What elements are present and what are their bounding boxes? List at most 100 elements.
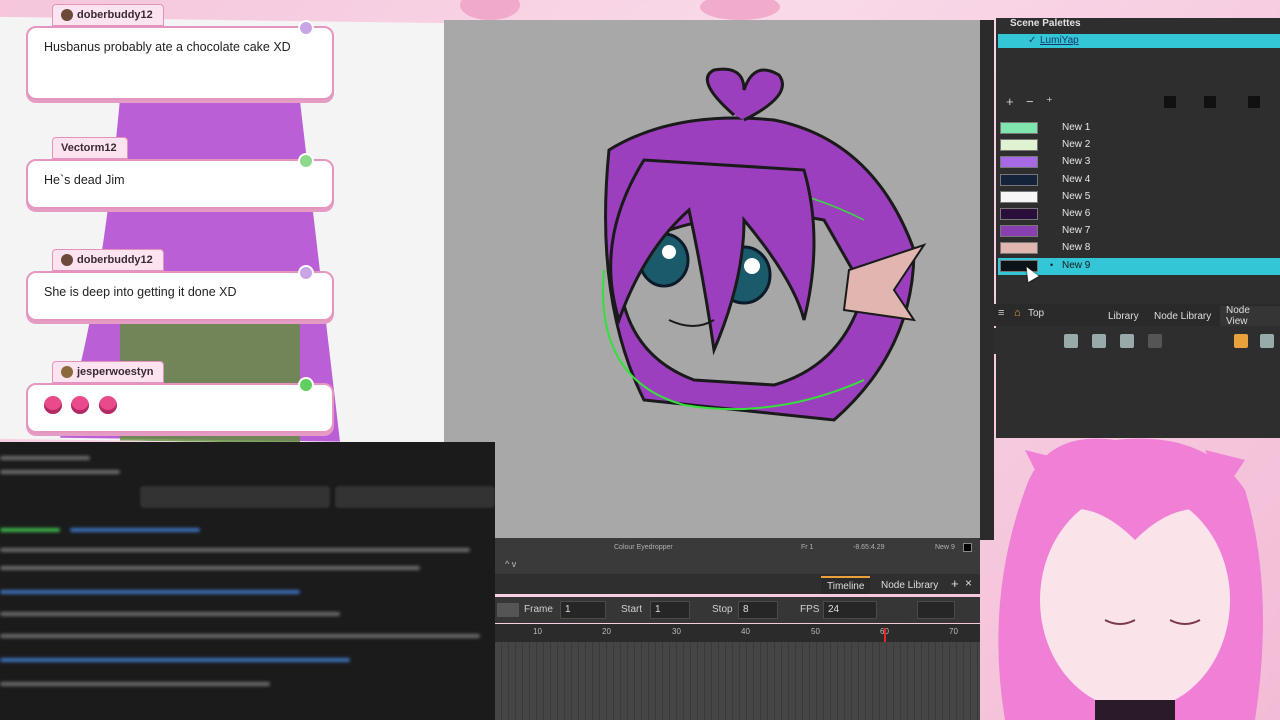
color-swatch[interactable] (1000, 242, 1038, 255)
color-swatch[interactable] (1000, 190, 1038, 203)
blurred-text (0, 682, 270, 686)
node-tool-icon[interactable] (1092, 334, 1106, 348)
fps-label: FPS (800, 604, 820, 615)
swatch-name: New 3 (1062, 156, 1091, 168)
blurred-tab (335, 486, 495, 508)
drawing-canvas[interactable] (444, 20, 980, 540)
badge-icon (298, 265, 314, 281)
swatch-name: New 1 (1062, 122, 1091, 133)
stop-field[interactable]: 8 (738, 601, 778, 619)
timeline-ruler[interactable]: 10 20 30 40 50 60 70 (495, 624, 980, 642)
blurred-browser-window (0, 442, 495, 720)
color-swatch[interactable] (1000, 156, 1038, 169)
blurred-text (0, 528, 60, 532)
ruler-tick: 40 (741, 627, 750, 636)
blurred-tab (140, 486, 330, 508)
emote-icon (98, 395, 117, 414)
playback-select[interactable] (917, 601, 955, 619)
swatch-row[interactable]: New 4 (998, 172, 1280, 189)
swatch-row[interactable]: New 5 (998, 189, 1280, 206)
home-icon[interactable]: ⌂ (1014, 307, 1021, 319)
palette-list-item[interactable]: ✓ LumiYap (998, 34, 1280, 48)
user-avatar (61, 366, 73, 378)
ruler-tick: 20 (602, 627, 611, 636)
add-tab-icon[interactable]: + (951, 576, 959, 591)
timeline-tracks[interactable] (495, 642, 980, 720)
swatch-row[interactable]: New 8 (998, 240, 1280, 257)
add-icon[interactable]: + (1006, 94, 1014, 109)
tab-node-library[interactable]: Node Library (875, 576, 944, 594)
remove-icon[interactable]: − (1026, 94, 1034, 109)
emote-icon (71, 395, 90, 414)
ruler-tick: 30 (672, 627, 681, 636)
blurred-text (0, 566, 420, 570)
ruler-tick: 70 (949, 627, 958, 636)
status-bar: Colour Eyedropper Fr 1 -8.65:4.29 New 9 (495, 538, 980, 556)
layers-icon[interactable] (497, 603, 519, 617)
chat-text: Husbanus probably ate a chocolate cake X… (44, 40, 291, 54)
node-tab-bar: ≡ ⌂ Top Library Node Library Node View (994, 304, 1280, 327)
node-tool-icon[interactable] (1234, 334, 1248, 348)
character-drawing (602, 67, 927, 422)
chat-bubble: She is deep into getting it done XD (26, 271, 334, 321)
menu-icon[interactable]: ≡ (998, 307, 1004, 319)
swatch-name: New 7 (1062, 225, 1091, 237)
vtuber-avatar (985, 430, 1280, 720)
blurred-text (0, 634, 480, 638)
swatch-name: New 2 (1062, 139, 1091, 151)
blurred-text (0, 612, 340, 616)
chat-bubble: Husbanus probably ate a chocolate cake X… (26, 26, 334, 100)
timeline-header: ^ v (495, 556, 980, 574)
swatch-row[interactable]: New 1 (998, 120, 1280, 137)
check-icon[interactable]: ✓ (1028, 35, 1036, 46)
playhead[interactable] (884, 628, 886, 642)
chat-bubble (26, 383, 334, 433)
color-swatch[interactable] (1000, 139, 1038, 152)
color-swatch[interactable] (1000, 122, 1038, 134)
swatch-row[interactable]: New 2 (998, 137, 1280, 154)
swatch-row[interactable]: • New 9 (998, 257, 1280, 275)
top-label: Top (1028, 308, 1045, 319)
color-swatch[interactable] (1000, 208, 1038, 220)
close-icon[interactable]: × (965, 576, 972, 590)
stop-label: Stop (712, 604, 733, 615)
color-chip-icon[interactable] (1204, 96, 1216, 108)
tab-node-view[interactable]: Node View (1220, 305, 1280, 327)
swatch-row[interactable]: New 7 (998, 223, 1280, 240)
chat-username: doberbuddy12 (52, 249, 164, 271)
color-chip-icon[interactable] (1164, 96, 1176, 108)
ruler-tick: 10 (533, 627, 542, 636)
chat-username-text: jesperwoestyn (77, 366, 154, 378)
current-color-chip (963, 543, 972, 552)
emote-icon (44, 395, 62, 414)
node-tool-icon[interactable] (1148, 334, 1162, 348)
scene-palettes-title: Scene Palettes (1010, 18, 1081, 29)
node-toolbar (994, 328, 1280, 354)
chat-bubble: He`s dead Jim (26, 159, 334, 209)
blurred-text (0, 548, 470, 552)
frame-field[interactable]: 1 (560, 601, 606, 619)
tab-node-library[interactable]: Node Library (1148, 306, 1217, 326)
swatch-options-icon[interactable]: ⁺ (1046, 94, 1053, 110)
start-field[interactable]: 1 (650, 601, 690, 619)
node-tool-icon[interactable] (1120, 334, 1134, 348)
collapse-icon[interactable]: ^ v (505, 559, 516, 569)
status-swatch: New 9 (935, 543, 955, 551)
tab-timeline[interactable]: Timeline (821, 576, 871, 594)
node-tool-icon[interactable] (1260, 334, 1274, 348)
timeline-controls: Frame 1 Start 1 Stop 8 FPS 24 (495, 597, 980, 623)
color-chip-icon[interactable] (1248, 96, 1260, 108)
timeline-tab-bar: Timeline Node Library + × (495, 574, 980, 594)
color-swatch[interactable] (1000, 173, 1038, 186)
fps-select[interactable]: 24 (823, 601, 877, 619)
status-coords: -8.65:4.29 (853, 543, 885, 551)
node-tool-icon[interactable] (1064, 334, 1078, 348)
swatch-name: New 8 (1062, 242, 1091, 254)
swatch-row[interactable]: New 6 (998, 206, 1280, 223)
blurred-text (0, 456, 90, 460)
swatch-name: New 5 (1062, 190, 1091, 202)
color-swatch[interactable] (1000, 225, 1038, 238)
swatch-row[interactable]: New 3 (998, 154, 1280, 171)
blurred-text (0, 470, 120, 474)
tab-library[interactable]: Library (1102, 306, 1145, 326)
